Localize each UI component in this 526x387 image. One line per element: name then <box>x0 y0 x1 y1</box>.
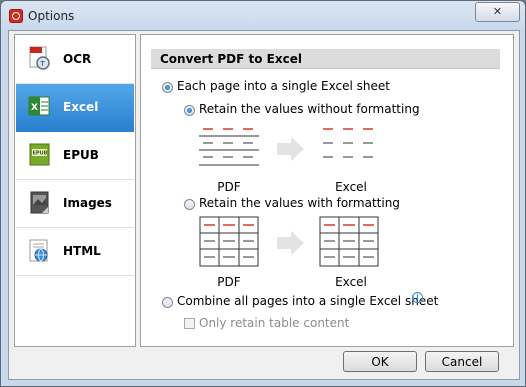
close-icon: ✕ <box>492 5 503 18</box>
section-heading: Convert PDF to Excel <box>151 49 500 69</box>
sidebar-item-excel[interactable]: X Excel <box>16 84 134 132</box>
sidebar-item-label: OCR <box>63 52 92 66</box>
title-bar: Options ✕ <box>1 1 525 29</box>
sidebar-item-label: Excel <box>63 100 99 114</box>
svg-text:T: T <box>40 60 46 68</box>
ocr-icon: T <box>29 46 50 70</box>
options-dialog: Options ✕ T OCR X Excel EPUB EPUB Images… <box>0 0 526 387</box>
arrow-right-icon <box>277 137 304 161</box>
excel-plain-illustration <box>323 128 373 158</box>
app-icon <box>9 9 23 23</box>
images-icon <box>30 191 49 214</box>
excel-table-illustration <box>319 216 379 267</box>
cancel-button[interactable]: Cancel <box>425 351 499 372</box>
excel-icon: X <box>28 96 50 116</box>
info-icon[interactable]: i <box>412 292 423 303</box>
table-only-checkbox[interactable] <box>184 318 195 329</box>
sidebar-item-label: HTML <box>63 244 101 258</box>
sidebar-item-epub[interactable]: EPUB EPUB <box>16 132 134 180</box>
window-title: Options <box>28 9 75 23</box>
svg-text:EPUB: EPUB <box>33 151 48 157</box>
close-button[interactable]: ✕ <box>475 2 520 22</box>
sidebar-item-images[interactable]: Images <box>16 180 134 228</box>
with-formatting-radio[interactable] <box>184 199 195 210</box>
table-only-label: Only retain table content <box>199 316 350 330</box>
category-sidebar: T OCR X Excel EPUB EPUB Images HTML <box>14 34 136 347</box>
epub-icon: EPUB <box>29 143 50 166</box>
each-page-radio[interactable] <box>162 82 173 93</box>
excel-caption: Excel <box>335 180 367 194</box>
sidebar-item-label: EPUB <box>63 148 99 162</box>
sidebar-item-html[interactable]: HTML <box>16 228 134 276</box>
pdf-table-illustration <box>199 216 259 267</box>
excel-caption: Excel <box>335 275 367 289</box>
arrow-right-icon <box>277 231 304 255</box>
html-icon <box>29 239 48 262</box>
with-formatting-label: Retain the values with formatting <box>199 196 400 210</box>
without-formatting-label: Retain the values without formatting <box>199 102 420 116</box>
combine-pages-radio[interactable] <box>162 297 173 308</box>
pdf-plain-illustration <box>199 128 259 166</box>
pdf-caption: PDF <box>217 180 241 194</box>
svg-text:X: X <box>31 103 38 113</box>
ok-button[interactable]: OK <box>343 351 417 372</box>
excel-settings-panel: Convert PDF to Excel Each page into a si… <box>140 34 514 347</box>
combine-pages-label: Combine all pages into a single Excel sh… <box>177 294 439 308</box>
pdf-caption: PDF <box>217 275 241 289</box>
each-page-label: Each page into a single Excel sheet <box>177 79 390 93</box>
without-formatting-radio[interactable] <box>184 105 195 116</box>
sidebar-item-label: Images <box>63 196 112 210</box>
dialog-body: T OCR X Excel EPUB EPUB Images HTML Conv… <box>8 30 520 380</box>
sidebar-item-ocr[interactable]: T OCR <box>16 36 134 84</box>
